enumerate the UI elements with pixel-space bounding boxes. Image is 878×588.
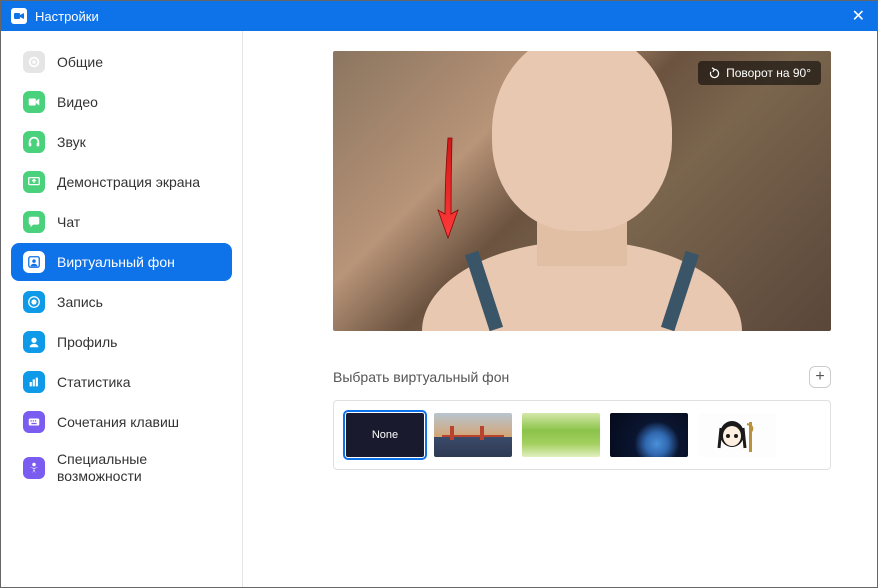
rotate-label: Поворот на 90° [726,66,811,80]
titlebar: Настройки ✕ [1,1,877,31]
sidebar: Общие Видео Звук Демонстрация экрана Чат… [1,31,243,587]
preview-person [422,51,742,331]
sidebar-item-keyboard[interactable]: Сочетания клавиш [11,403,232,441]
accessibility-icon [23,457,45,479]
sidebar-item-label: Запись [57,294,220,311]
sidebar-item-screen-share[interactable]: Демонстрация экрана [11,163,232,201]
close-icon[interactable]: ✕ [852,6,865,26]
statistics-icon [23,371,45,393]
sidebar-item-label: Сочетания клавиш [57,414,220,431]
sidebar-item-label: Общие [57,54,220,71]
background-thumbnails: None [333,400,831,470]
video-preview: Поворот на 90° [333,51,831,331]
sidebar-item-statistics[interactable]: Статистика [11,363,232,401]
main-panel: Поворот на 90° Выбрать виртуальный фон +… [243,31,877,587]
thumb-none-label: None [372,429,398,441]
thumb-anime[interactable] [698,413,776,457]
sidebar-item-label: Статистика [57,374,220,391]
section-title: Выбрать виртуальный фон [333,369,509,385]
sidebar-item-label: Видео [57,94,220,111]
sidebar-item-chat[interactable]: Чат [11,203,232,241]
screen-share-icon [23,171,45,193]
sidebar-item-general[interactable]: Общие [11,43,232,81]
profile-icon [23,331,45,353]
video-icon [23,91,45,113]
record-icon [23,291,45,313]
sidebar-item-audio[interactable]: Звук [11,123,232,161]
sidebar-item-label: Специальные возможности [57,451,220,485]
sidebar-item-label: Виртуальный фон [57,254,220,271]
virtual-background-icon [23,251,45,273]
sidebar-item-label: Профиль [57,334,220,351]
sidebar-item-record[interactable]: Запись [11,283,232,321]
plus-icon: + [815,368,824,386]
thumb-earth[interactable] [610,413,688,457]
thumb-none[interactable]: None [346,413,424,457]
sidebar-item-label: Чат [57,214,220,231]
window-title: Настройки [35,9,99,24]
sidebar-item-accessibility[interactable]: Специальные возможности [11,443,232,493]
add-background-button[interactable]: + [809,366,831,388]
sidebar-item-virtual-background[interactable]: Виртуальный фон [11,243,232,281]
sidebar-item-profile[interactable]: Профиль [11,323,232,361]
gear-icon [23,51,45,73]
rotate-button[interactable]: Поворот на 90° [698,61,821,85]
keyboard-icon [23,411,45,433]
thumb-grass[interactable] [522,413,600,457]
headphones-icon [23,131,45,153]
rotate-icon [708,67,721,80]
sidebar-item-label: Звук [57,134,220,151]
sidebar-item-label: Демонстрация экрана [57,174,220,191]
chat-icon [23,211,45,233]
sidebar-item-video[interactable]: Видео [11,83,232,121]
thumb-bridge[interactable] [434,413,512,457]
app-icon [11,8,27,24]
